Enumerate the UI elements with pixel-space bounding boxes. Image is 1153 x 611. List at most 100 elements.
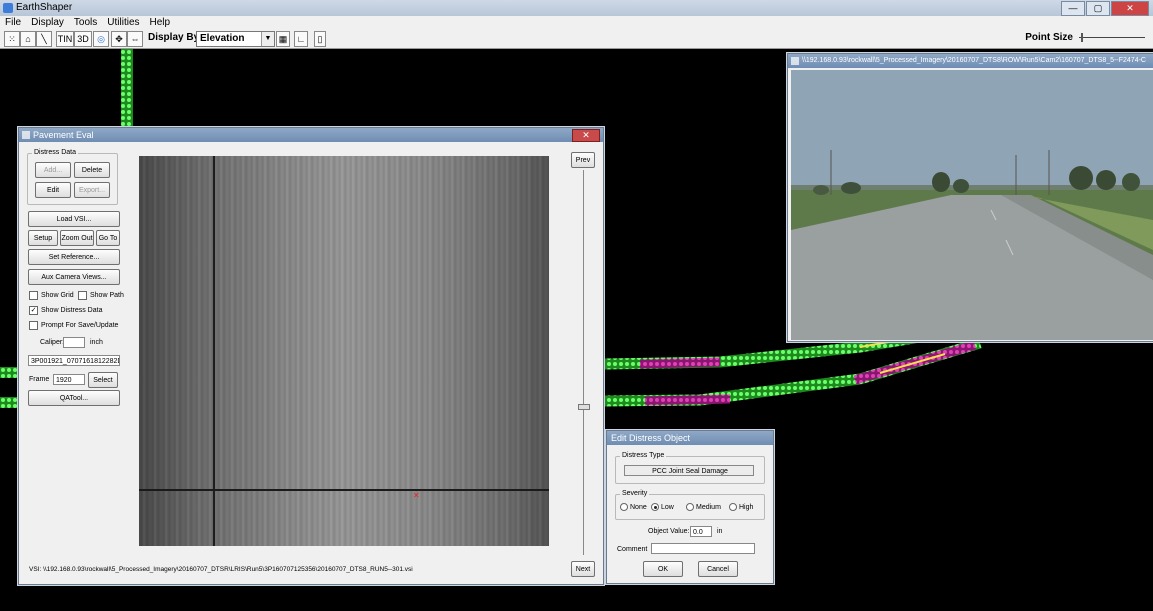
- distress-type-label: Distress Type: [620, 452, 667, 459]
- show-distress-checkbox[interactable]: ✓ Show Distress Data: [29, 306, 102, 315]
- cancel-button[interactable]: Cancel: [698, 561, 738, 577]
- load-vsi-button[interactable]: Load VSI...: [28, 211, 120, 227]
- show-grid-checkbox[interactable]: Show Grid: [29, 291, 74, 300]
- select-button[interactable]: Select: [88, 372, 118, 388]
- frame-field[interactable]: 1920: [53, 374, 85, 385]
- road-scene-picture: [791, 70, 1153, 340]
- show-grid-label: Show Grid: [41, 292, 74, 299]
- distress-type-field[interactable]: PCC Joint Seal Damage: [624, 465, 754, 476]
- globe-icon[interactable]: ◎: [93, 31, 109, 47]
- edit-distress-title-bar: Edit Distress Object: [607, 431, 773, 445]
- comment-field[interactable]: [651, 543, 755, 554]
- radio-dot-selected: [651, 503, 659, 511]
- left-track-upper: [0, 367, 20, 378]
- move-icon[interactable]: ✥: [111, 31, 127, 47]
- radio-dot: [686, 503, 694, 511]
- window-icon: [22, 131, 30, 139]
- ok-button[interactable]: OK: [643, 561, 683, 577]
- pavement-window-title: Pavement Eval ✕: [19, 128, 603, 142]
- pavement-title: Pavement Eval: [33, 130, 94, 140]
- pavement-joint: [139, 489, 549, 491]
- camera-image-path: \\192.168.0.93\rockwall\5_Processed_Imag…: [802, 57, 1146, 64]
- caliper-unit: inch: [90, 339, 103, 346]
- caliper-field[interactable]: [63, 337, 85, 348]
- distress-marker-icon[interactable]: ✕: [413, 492, 420, 500]
- edit-button[interactable]: Edit: [35, 182, 71, 198]
- aux-camera-views-button[interactable]: Aux Camera Views...: [28, 269, 120, 285]
- camera-window-title: \\192.168.0.93\rockwall\5_Processed_Imag…: [788, 54, 1153, 68]
- chevron-down-icon: ▼: [261, 32, 274, 46]
- pavement-image[interactable]: ✕: [139, 156, 549, 546]
- 3d-button[interactable]: 3D: [74, 31, 92, 47]
- edit-distress-title: Edit Distress Object: [611, 433, 691, 443]
- prompt-save-label: Prompt For Save/Update: [41, 322, 119, 329]
- line-tool-icon[interactable]: ╲: [36, 31, 52, 47]
- pavement-lane-line: [213, 156, 215, 546]
- vsi-path-label: VSI: \\192.168.0.93\rockwall\5_Processed…: [29, 566, 413, 573]
- severity-high-label: High: [739, 503, 754, 511]
- display-by-value: Elevation: [200, 33, 245, 44]
- add-button[interactable]: Add...: [35, 162, 71, 178]
- pavement-close-button[interactable]: ✕: [572, 129, 600, 142]
- pan-horizontal-icon[interactable]: ⇔: [127, 31, 143, 47]
- upper-track-distress-segment: [639, 357, 721, 369]
- main-toolbar: ⁙ ⌂ ╲ TIN 3D ◎ ✥ ⇔ Display By Elevation …: [0, 29, 1153, 49]
- earthshaper-app: EarthShaper — ▢ ✕ File Display Tools Uti…: [0, 0, 1153, 611]
- page-icon[interactable]: ▯: [314, 31, 326, 47]
- severity-none-radio[interactable]: None: [620, 503, 647, 511]
- chart-icon[interactable]: ∟: [294, 31, 308, 47]
- app-titlebar: EarthShaper — ▢ ✕: [0, 0, 1153, 16]
- frame-slider[interactable]: [583, 170, 584, 555]
- comment-label: Comment: [617, 546, 648, 553]
- show-path-checkbox[interactable]: Show Path: [78, 291, 124, 300]
- points-icon[interactable]: ⁙: [4, 31, 20, 47]
- point-size-slider[interactable]: [1079, 37, 1145, 38]
- caliper-label: Caliper:: [40, 339, 65, 346]
- severity-medium-label: Medium: [696, 503, 721, 511]
- severity-medium-radio[interactable]: Medium: [686, 503, 721, 511]
- file-id-field[interactable]: 3P001921_0707161812282D: [28, 355, 120, 366]
- display-by-select[interactable]: Elevation ▼: [196, 31, 275, 47]
- severity-label: Severity: [620, 490, 650, 497]
- menu-file[interactable]: File: [0, 16, 26, 29]
- set-reference-button[interactable]: Set Reference...: [28, 249, 120, 265]
- distress-data-label: Distress Data: [32, 149, 79, 156]
- prev-button[interactable]: Prev: [571, 152, 595, 168]
- severity-low-radio[interactable]: Low: [651, 503, 674, 511]
- menu-tools[interactable]: Tools: [69, 16, 102, 29]
- show-path-label: Show Path: [90, 292, 124, 299]
- menu-help[interactable]: Help: [145, 16, 176, 29]
- show-distress-label: Show Distress Data: [41, 307, 103, 314]
- close-button[interactable]: ✕: [1111, 1, 1149, 16]
- home-icon[interactable]: ⌂: [20, 31, 36, 47]
- object-value-unit: in: [717, 528, 723, 535]
- go-to-button[interactable]: Go To: [96, 230, 120, 246]
- object-value-field[interactable]: 0.0: [690, 526, 712, 537]
- window-controls: — ▢ ✕: [1060, 1, 1149, 16]
- check-icon: ✓: [29, 306, 38, 315]
- severity-high-radio[interactable]: High: [729, 503, 753, 511]
- lower-track-highlight: [879, 353, 946, 374]
- frame-slider-thumb[interactable]: [578, 404, 590, 410]
- zoom-out-button[interactable]: Zoom Out: [60, 230, 94, 246]
- app-icon: [3, 3, 13, 13]
- menu-display[interactable]: Display: [26, 16, 69, 29]
- minimize-button[interactable]: —: [1061, 1, 1085, 16]
- point-size-slider-thumb[interactable]: [1081, 33, 1083, 42]
- setup-button[interactable]: Setup: [28, 230, 58, 246]
- prompt-save-checkbox[interactable]: Prompt For Save/Update: [29, 321, 118, 330]
- export-button[interactable]: Export...: [74, 182, 110, 198]
- qa-tool-button[interactable]: QATool...: [28, 390, 120, 406]
- display-by-label: Display By: [148, 32, 200, 43]
- next-button[interactable]: Next: [571, 561, 595, 577]
- menu-bar: File Display Tools Utilities Help: [0, 16, 1153, 29]
- radio-dot: [620, 503, 628, 511]
- maximize-button[interactable]: ▢: [1086, 1, 1110, 16]
- checkbox-box: [29, 291, 38, 300]
- vertical-track: [121, 49, 133, 131]
- camera-view-window: \\192.168.0.93\rockwall\5_Processed_Imag…: [787, 53, 1153, 342]
- delete-button[interactable]: Delete: [74, 162, 110, 178]
- tin-button[interactable]: TIN: [56, 31, 74, 47]
- table-icon[interactable]: ▦: [276, 31, 290, 47]
- menu-utilities[interactable]: Utilities: [102, 16, 144, 29]
